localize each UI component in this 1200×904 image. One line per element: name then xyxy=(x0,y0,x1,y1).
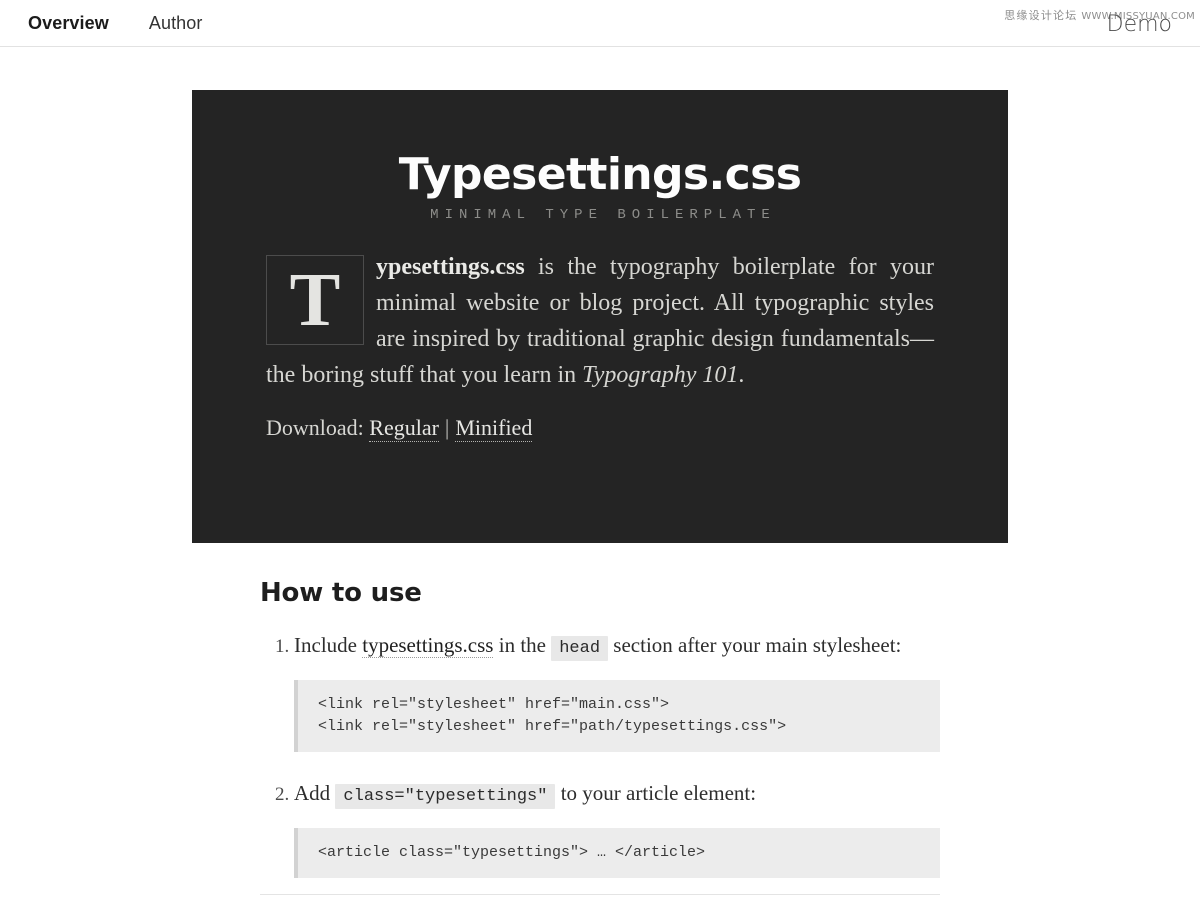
inline-code-class: class="typesettings" xyxy=(335,784,556,809)
step1-text-middle: in the xyxy=(493,633,552,657)
typesettings-css-link[interactable]: typesettings.css xyxy=(362,633,494,658)
hero-paragraph: Typesettings.css is the typography boile… xyxy=(266,249,934,393)
download-line: Download: Regular | Minified xyxy=(266,414,934,442)
download-regular-link[interactable]: Regular xyxy=(369,414,439,442)
hero-title: Typesettings.css xyxy=(398,149,802,200)
step1-text-before: Include xyxy=(294,633,363,657)
hero-body-italic: Typography 101 xyxy=(582,361,739,388)
top-navigation-bar: Overview Author 思缘设计论坛 WWW.MISSYUAN.COM D… xyxy=(0,0,1200,47)
hero-lead-bold: ypesettings.css xyxy=(376,253,525,280)
nav-item-author[interactable]: Author xyxy=(149,13,203,34)
inline-code-head: head xyxy=(551,636,609,661)
how-to-use-section: How to use Include typesettings.css in t… xyxy=(260,578,940,904)
section-heading: How to use xyxy=(260,578,422,608)
drop-cap: T xyxy=(266,254,364,345)
demo-label: Demo xyxy=(1106,12,1172,37)
code-block-link-tags: <link rel="stylesheet" href="main.css"> … xyxy=(294,680,940,752)
step1-text-after: section after your main stylesheet: xyxy=(608,633,902,657)
hero-body-text-2: . xyxy=(738,361,745,388)
list-item: Add class="typesettings" to your article… xyxy=(294,778,940,878)
download-separator: | xyxy=(444,414,450,440)
watermark-forum-name: 思缘设计论坛 xyxy=(1004,9,1078,22)
step2-text-before: Add xyxy=(294,781,336,805)
download-label: Download: xyxy=(266,414,364,440)
steps-list: Include typesettings.css in the head sec… xyxy=(260,630,940,878)
list-item: Include typesettings.css in the head sec… xyxy=(294,630,940,752)
nav-item-overview[interactable]: Overview xyxy=(28,13,109,34)
hero-subtitle: MINIMAL TYPE BOILERPLATE xyxy=(430,206,776,223)
step2-text-after: to your article element: xyxy=(555,781,757,805)
bottom-divider xyxy=(260,894,940,895)
hero-banner: Typesettings.css MINIMAL TYPE BOILERPLAT… xyxy=(192,90,1008,543)
download-minified-link[interactable]: Minified xyxy=(455,414,533,442)
code-block-article-tag: <article class="typesettings"> … </artic… xyxy=(294,828,940,878)
